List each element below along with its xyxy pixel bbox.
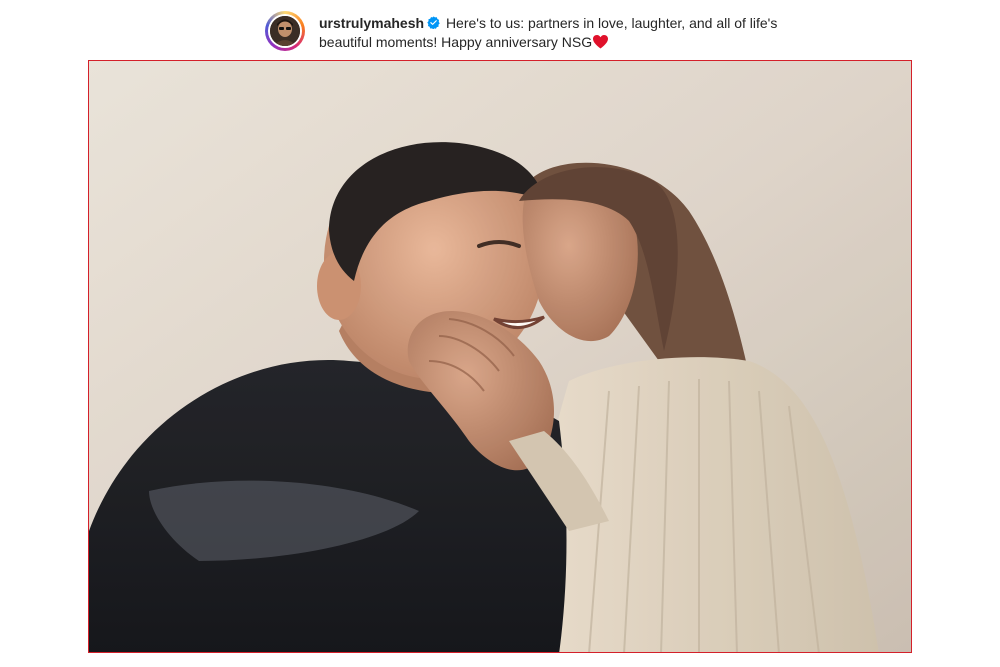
post-caption-row: urstrulymahesh Here's to us: partners in… [265,10,785,54]
profile-avatar[interactable] [265,11,305,51]
photo-image [89,61,911,652]
red-heart-icon [593,35,609,49]
verified-badge-icon [427,16,440,29]
avatar-image [270,16,300,46]
post-photo[interactable] [88,60,912,653]
post-caption: urstrulymahesh Here's to us: partners in… [319,14,789,52]
username-link[interactable]: urstrulymahesh [319,15,424,31]
